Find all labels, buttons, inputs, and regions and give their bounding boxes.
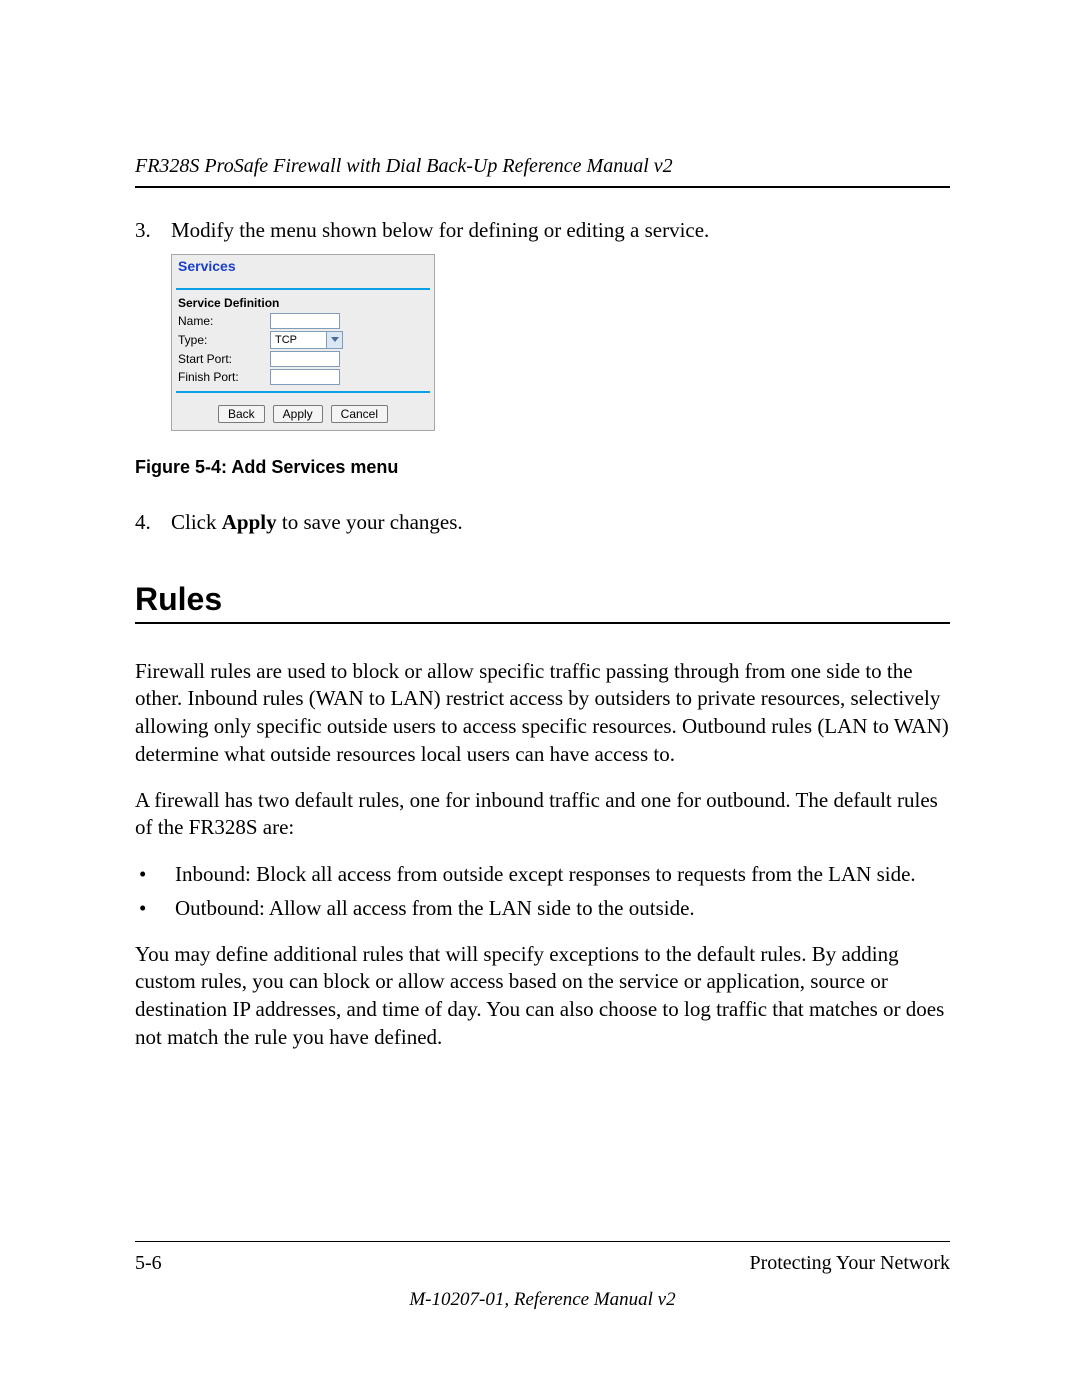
footer-rule (135, 1241, 950, 1242)
name-label: Name: (178, 314, 270, 328)
step-4-bold: Apply (222, 510, 277, 534)
document-page: FR328S ProSafe Firewall with Dial Back-U… (0, 0, 1080, 1397)
name-input[interactable] (270, 313, 340, 329)
name-row: Name: (172, 312, 434, 330)
header-rule (135, 186, 950, 188)
type-select[interactable]: TCP (270, 331, 343, 349)
back-button[interactable]: Back (218, 405, 265, 423)
default-rules-list: • Inbound: Block all access from outside… (135, 860, 950, 923)
step-4-number: 4. (135, 508, 171, 536)
start-port-label: Start Port: (178, 352, 270, 366)
panel-divider-top (176, 288, 430, 290)
services-panel-title: Services (172, 255, 434, 288)
finish-port-input[interactable] (270, 369, 340, 385)
start-port-input[interactable] (270, 351, 340, 367)
page-footer: 5-6 Protecting Your Network M-10207-01, … (135, 1241, 950, 1311)
type-label: Type: (178, 333, 270, 347)
bullet-text-2: Outbound: Allow all access from the LAN … (175, 894, 695, 922)
step-4: 4. Click Apply to save your changes. (135, 508, 950, 536)
page-number: 5-6 (135, 1252, 162, 1275)
list-item: • Outbound: Allow all access from the LA… (135, 894, 950, 922)
panel-button-row: Back Apply Cancel (172, 399, 434, 430)
bullet-icon: • (135, 894, 175, 922)
apply-button[interactable]: Apply (273, 405, 323, 423)
services-panel: Services Service Definition Name: Type: … (171, 254, 435, 431)
figure-5-4: Services Service Definition Name: Type: … (171, 254, 950, 431)
rules-paragraph-1: Firewall rules are used to block or allo… (135, 658, 950, 769)
rules-heading: Rules (135, 581, 950, 618)
chevron-down-icon (327, 331, 343, 349)
running-header: FR328S ProSafe Firewall with Dial Back-U… (135, 155, 950, 178)
type-row: Type: TCP (172, 330, 434, 350)
list-item: • Inbound: Block all access from outside… (135, 860, 950, 888)
panel-divider-bottom (176, 391, 430, 393)
step-3: 3. Modify the menu shown below for defin… (135, 216, 950, 244)
rules-paragraph-3: You may define additional rules that wil… (135, 941, 950, 1052)
chapter-title: Protecting Your Network (749, 1252, 950, 1275)
cancel-button[interactable]: Cancel (331, 405, 388, 423)
finish-port-row: Finish Port: (172, 368, 434, 391)
step-4-post: to save your changes. (277, 510, 463, 534)
finish-port-label: Finish Port: (178, 370, 270, 384)
step-4-pre: Click (171, 510, 222, 534)
footer-doc-id: M-10207-01, Reference Manual v2 (135, 1289, 950, 1311)
figure-caption: Figure 5-4: Add Services menu (135, 457, 950, 478)
step-4-text: Click Apply to save your changes. (171, 508, 950, 536)
type-select-value: TCP (270, 331, 327, 349)
footer-row: 5-6 Protecting Your Network (135, 1252, 950, 1275)
start-port-row: Start Port: (172, 350, 434, 368)
rules-heading-rule (135, 622, 950, 624)
service-definition-label: Service Definition (172, 296, 434, 312)
step-3-text: Modify the menu shown below for defining… (171, 216, 950, 244)
rules-paragraph-2: A firewall has two default rules, one fo… (135, 787, 950, 842)
step-3-number: 3. (135, 216, 171, 244)
bullet-text-1: Inbound: Block all access from outside e… (175, 860, 916, 888)
bullet-icon: • (135, 860, 175, 888)
